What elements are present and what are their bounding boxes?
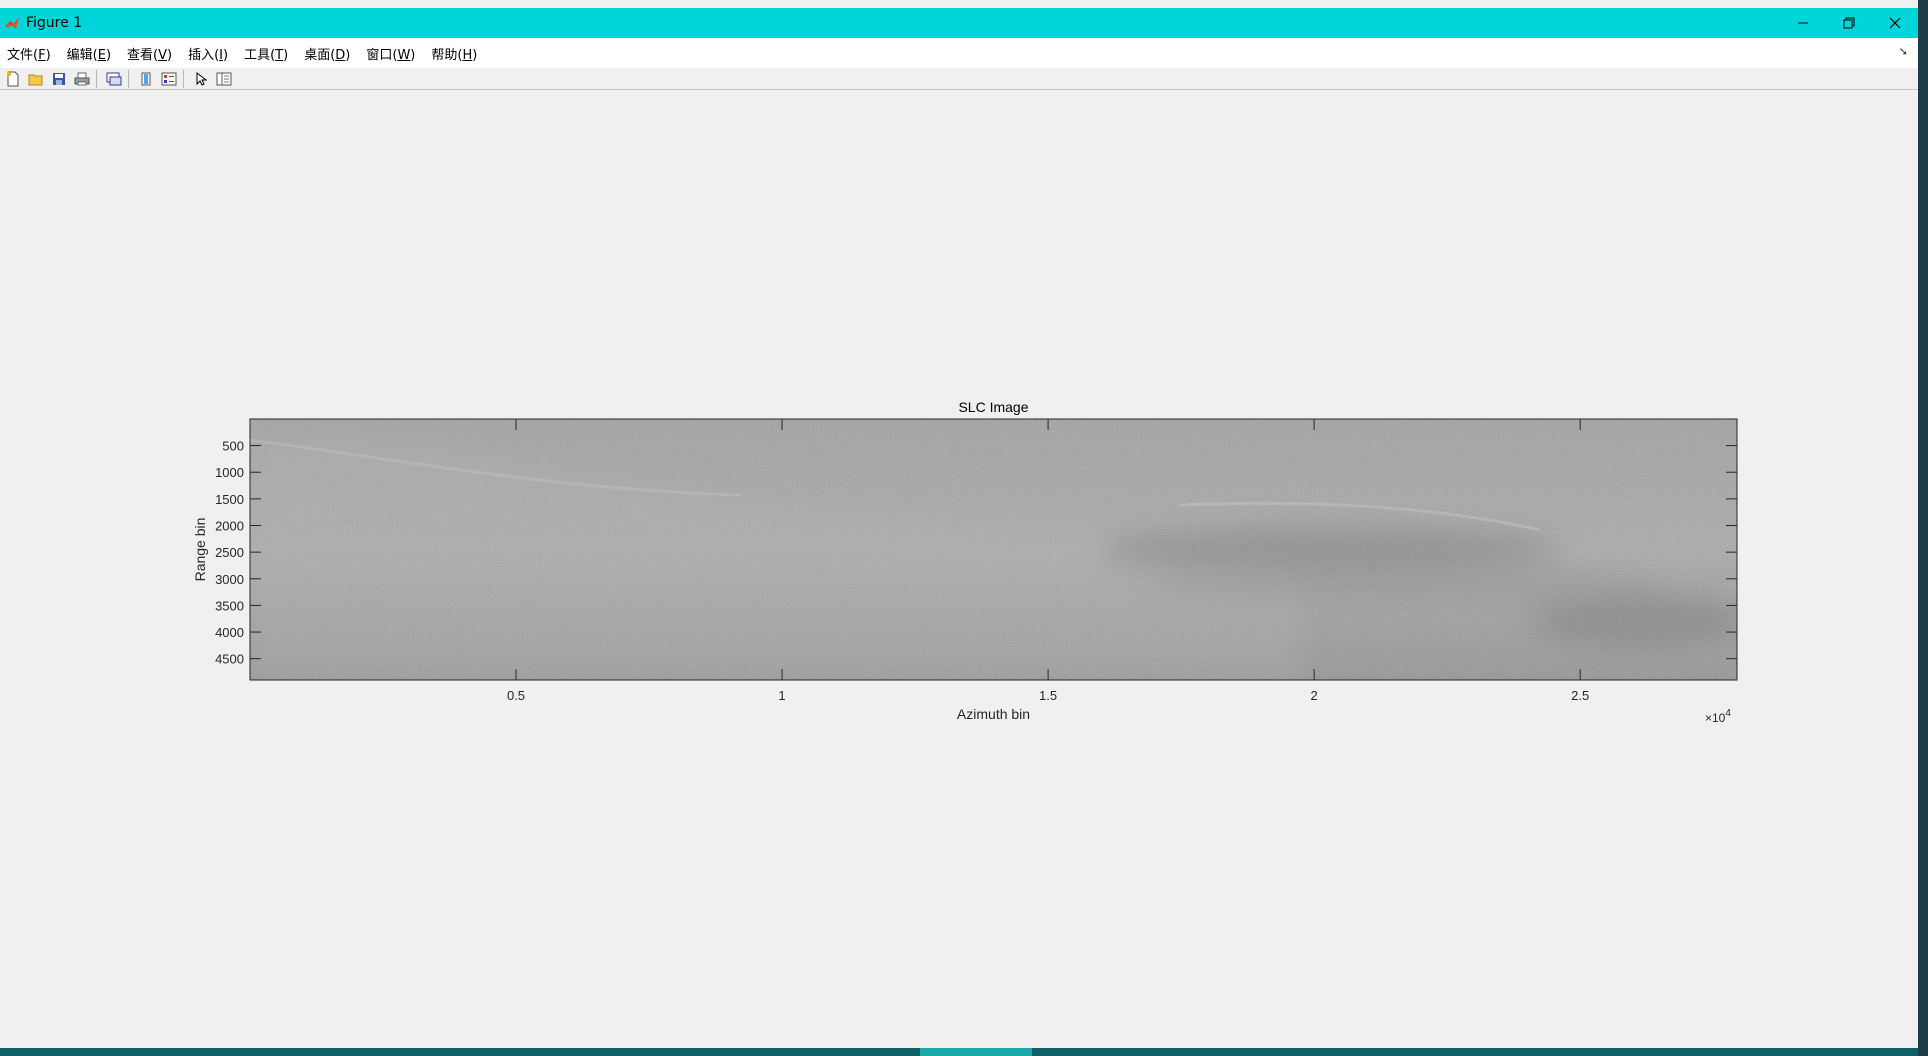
figure-canvas[interactable]: 0.5 1 1.5 2 2.5 500 1000 1500 2000 2500 3000 3500 40…: [0, 0, 1918, 1048]
chart-title: SLC Image: [958, 399, 1028, 415]
x-axis-label: Azimuth bin: [957, 706, 1030, 722]
desktop-edge: [1918, 0, 1928, 1056]
x-tick-label: 1: [778, 688, 785, 703]
y-tick-label: 3500: [215, 598, 244, 613]
x-axis-exponent: ×104: [1705, 708, 1731, 725]
y-tick-label: 2000: [215, 518, 244, 533]
axes[interactable]: 0.5 1 1.5 2 2.5 500 1000 1500 2000 2500 3000 3500 40…: [192, 399, 1750, 725]
y-tick-label: 500: [222, 439, 244, 454]
x-tick-label: 0.5: [507, 688, 525, 703]
y-axis-label: Range bin: [192, 518, 208, 582]
slc-speckle-noise: [250, 419, 1737, 680]
y-tick-label: 4500: [215, 652, 244, 667]
y-tick-label: 1500: [215, 492, 244, 507]
x-axis-exponent-base: ×10: [1705, 711, 1726, 725]
y-tick-label: 2500: [215, 545, 244, 560]
y-tick-label: 4000: [215, 625, 244, 640]
x-axis-exponent-power: 4: [1725, 708, 1731, 719]
y-tick-label: 3000: [215, 572, 244, 587]
slc-image: [250, 419, 1737, 680]
y-tick-label: 1000: [215, 465, 244, 480]
x-tick-label: 2: [1311, 688, 1318, 703]
x-tick-label: 2.5: [1571, 688, 1589, 703]
x-tick-label: 1.5: [1039, 688, 1057, 703]
taskbar-active-item[interactable]: [920, 1048, 1032, 1056]
